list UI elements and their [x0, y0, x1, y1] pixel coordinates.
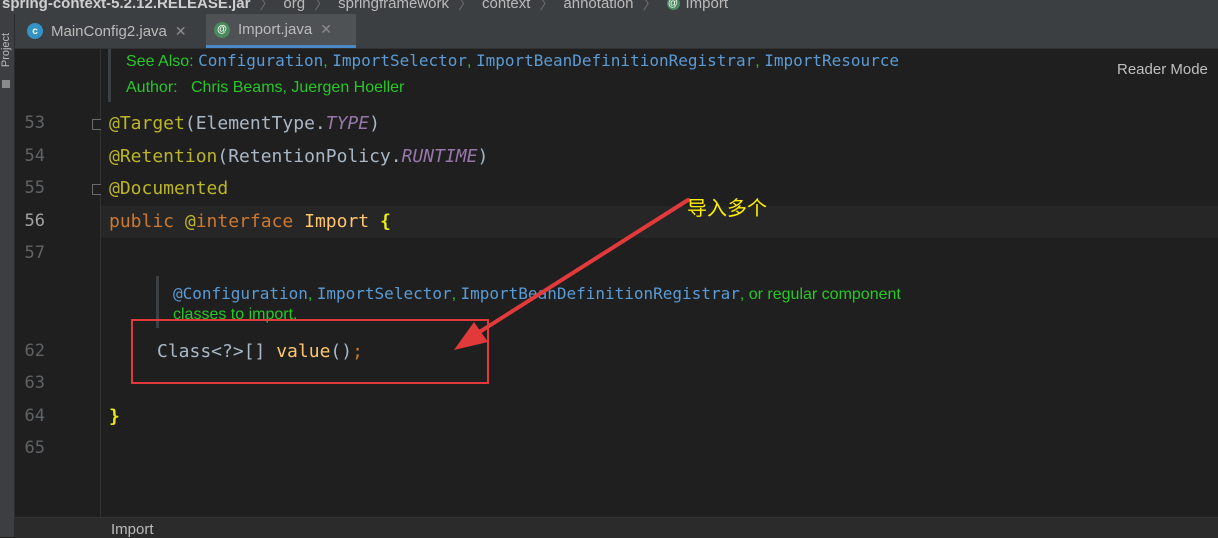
code-line-56: public @interface Import {	[109, 211, 391, 232]
annotation-icon: @	[666, 0, 680, 10]
annotation-icon: @	[214, 21, 230, 38]
chevron-right-icon: 〉	[642, 0, 658, 13]
doc-author: Author: Chris Beams, Juergen Hoeller	[126, 79, 404, 97]
project-icon	[2, 80, 10, 88]
doc-link-importselector[interactable]: ImportSelector	[317, 284, 452, 303]
code-line-64: }	[109, 406, 120, 427]
author-label: Author:	[126, 79, 178, 96]
line-number-current: 56	[24, 211, 45, 231]
chevron-right-icon: 〉	[259, 0, 275, 13]
tab-label: MainConfig2.java	[51, 22, 167, 40]
breadcrumb-annotation[interactable]: annotation	[563, 0, 633, 12]
breadcrumb-jar[interactable]: spring-context-5.2.12.RELEASE.jar	[2, 0, 250, 12]
navigation-breadcrumb: spring-context-5.2.12.RELEASE.jar 〉 org …	[0, 0, 1218, 14]
reader-mode-button[interactable]: Reader Mode	[1117, 61, 1208, 78]
chevron-right-icon: 〉	[458, 0, 474, 13]
highlight-box	[131, 319, 489, 384]
code-line-54: @Retention(RetentionPolicy.RUNTIME)	[109, 146, 489, 167]
doc-link-importselector[interactable]: ImportSelector	[332, 51, 467, 70]
class-icon: c	[27, 23, 43, 39]
doc-link-configuration[interactable]: Configuration	[198, 51, 323, 70]
tab-mainconfig2[interactable]: c MainConfig2.java ✕	[25, 14, 215, 48]
line-number: 63	[24, 373, 45, 393]
line-number: 54	[24, 146, 45, 166]
doc-see-also: See Also: Configuration, ImportSelector,…	[126, 51, 900, 70]
doc-link-importresource[interactable]: ImportResource	[764, 51, 899, 70]
breadcrumb-import[interactable]: Import	[686, 0, 729, 12]
chevron-right-icon: 〉	[314, 0, 330, 13]
author-names: Chris Beams, Juergen Hoeller	[190, 79, 405, 96]
chevron-right-icon: 〉	[539, 0, 555, 13]
doc-link-configuration[interactable]: @Configuration	[173, 284, 308, 303]
arrow-icon	[454, 198, 690, 350]
breadcrumb-import[interactable]: Import	[111, 521, 154, 538]
structure-breadcrumb: Import	[15, 517, 1218, 538]
line-number: 65	[24, 438, 45, 458]
tab-import[interactable]: @ Import.java ✕	[206, 14, 356, 48]
close-icon[interactable]: ✕	[175, 23, 187, 40]
tab-label: Import.java	[238, 21, 313, 38]
doc-comment-bar	[108, 49, 111, 102]
project-tool-button[interactable]: Project	[0, 30, 12, 70]
breadcrumb-org[interactable]: org	[283, 0, 305, 12]
line-number: 53	[24, 113, 45, 133]
line-number: 55	[24, 178, 45, 198]
annotation-note: 导入多个	[687, 196, 767, 220]
close-icon[interactable]: ✕	[320, 21, 332, 38]
breadcrumb-context[interactable]: context	[482, 0, 530, 12]
doc-link-importbeandefinitionregistrar[interactable]: ImportBeanDefinitionRegistrar	[476, 51, 755, 70]
tool-window-strip: Project	[0, 14, 15, 537]
see-also-label: See Also:	[126, 53, 194, 70]
breadcrumb-springframework[interactable]: springframework	[338, 0, 449, 12]
code-line-53: @Target(ElementType.TYPE)	[109, 113, 380, 134]
line-number: 62	[24, 341, 45, 361]
line-number: 64	[24, 406, 45, 426]
editor-tab-bar: c MainConfig2.java ✕ @ Import.java ✕	[15, 14, 1218, 49]
line-number: 57	[24, 243, 45, 263]
line-number-gutter[interactable]: 53 54 55 56 57 62 63 64 65	[15, 49, 103, 517]
code-line-55: @Documented	[109, 178, 229, 199]
